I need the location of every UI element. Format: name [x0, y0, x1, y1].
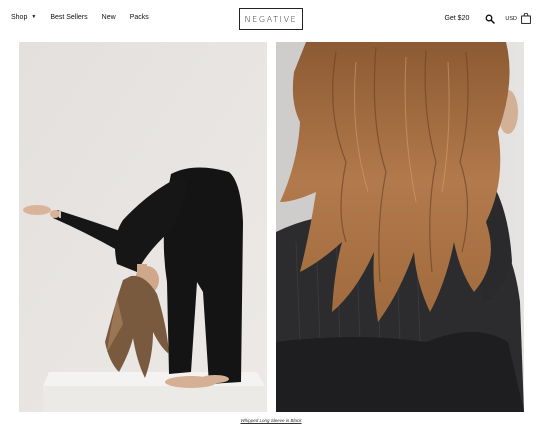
currency-selector[interactable]: USD [505, 16, 517, 22]
brand-logo-text: NEGATIVE [244, 14, 298, 24]
product-photo-hair-closeup[interactable] [276, 42, 524, 412]
product-caption-link[interactable]: Whipped Long Sleeve in Black [0, 418, 542, 423]
product-photo-bending-pose[interactable] [19, 42, 267, 412]
search-icon[interactable] [485, 14, 496, 24]
site-header: Shop ▼ Best Sellers New Packs NEGATIVE G… [0, 0, 542, 40]
nav-new-label: New [101, 14, 116, 21]
nav-new[interactable]: New [102, 14, 116, 21]
header-actions: Get $20 USD [444, 13, 531, 24]
brand-logo[interactable]: NEGATIVE [239, 8, 303, 30]
nav-packs-label: Packs [129, 14, 149, 21]
get-20-link[interactable]: Get $20 [444, 15, 469, 22]
nav-best-sellers-label: Best Sellers [50, 14, 88, 21]
nav-best-sellers[interactable]: Best Sellers [50, 14, 87, 21]
chevron-down-icon: ▼ [31, 14, 37, 20]
shopping-bag-icon[interactable] [521, 13, 531, 24]
model-bending-illustration [19, 42, 267, 412]
nav-shop-label: Shop [11, 14, 28, 21]
nav-packs[interactable]: Packs [130, 14, 149, 21]
nav-shop[interactable]: Shop ▼ [11, 14, 36, 21]
main-nav: Shop ▼ Best Sellers New Packs [11, 14, 149, 21]
model-hair-illustration [276, 42, 524, 412]
